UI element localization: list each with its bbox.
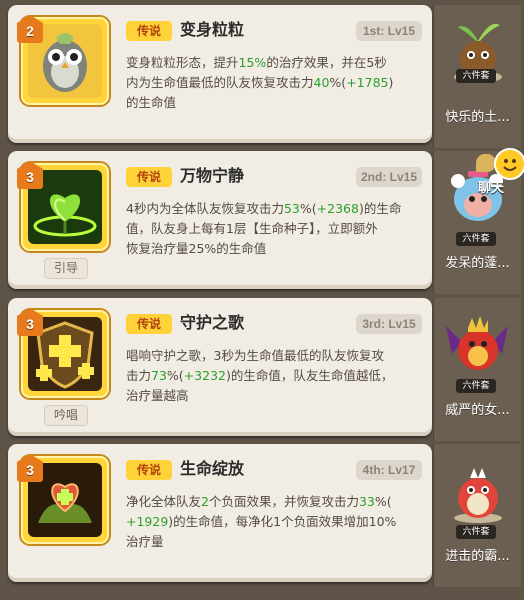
rank-tag: 2nd: Lv15	[356, 167, 422, 187]
highlight-value: 40	[313, 75, 330, 90]
set-badge: 六件套	[456, 379, 496, 393]
rarity-tag: 传说	[126, 314, 172, 334]
dragon-queen-icon	[446, 316, 508, 370]
description-text: 4秒内为全体队友恢复攻击力	[126, 201, 284, 216]
skill-name: 万物宁静	[180, 166, 245, 185]
chat-bubble-icon	[476, 154, 496, 172]
description-text: 的生命值	[126, 95, 177, 110]
description-line: 的生命值	[126, 93, 424, 113]
skill-type-tag: 吟唱	[44, 405, 88, 426]
set-item[interactable]: 六件套 快乐的土...	[433, 5, 521, 148]
description-line: 击力73%(+3232)的生命值，队友生命值越低，	[126, 366, 424, 386]
rarity-tag: 传说	[126, 460, 172, 480]
set-badge: 六件套	[456, 232, 496, 246]
description-text: )的生命值，队友生命值越低，	[225, 368, 394, 383]
description-text: 治疗量	[126, 534, 164, 549]
set-name: 快乐的土...	[445, 110, 510, 125]
description-line: 净化全体队友2个负面效果，并恢复攻击力33%(	[126, 492, 424, 512]
description-text: )	[388, 75, 394, 90]
description-text: %(	[166, 368, 184, 383]
description-line: 治疗量	[126, 532, 424, 552]
description-text: %(	[329, 75, 347, 90]
description-text: 治疗量越高	[126, 388, 189, 403]
description-text: )的生命值，每净化1个负面效果增加10%	[168, 514, 397, 529]
skill-card[interactable]: 3 传说 生命绽放 4th: Lv17 净化全体队友2个负面效果，并恢复攻击力3…	[8, 444, 432, 582]
set-list: 六件套 快乐的土... 六件套 发呆的蓬... 六件套 威严的女... 六件套 …	[433, 0, 524, 600]
set-name: 威严的女...	[445, 403, 510, 418]
dino-pet-icon	[454, 468, 502, 523]
description-line: 内为生命值最低的队友恢复攻击力40%(+1785)	[126, 73, 424, 93]
description-line: 恢复治疗量25%的生命值	[126, 239, 424, 259]
description-text: 个负面效果，并恢复攻击力	[208, 494, 359, 509]
chat-button[interactable]: 聊天	[470, 148, 524, 198]
description-text: 唱响守护之歌，3秒为生命值最低的队友恢复攻	[126, 348, 384, 363]
set-badge: 六件套	[456, 525, 496, 539]
set-badge: 六件套	[456, 69, 496, 83]
rank-tag: 1st: Lv15	[356, 21, 422, 41]
chat-label: 聊天	[478, 181, 505, 196]
highlight-value: 53	[283, 201, 300, 216]
skill-description: 变身粒粒形态，提升15%的治疗效果，并在5秒 内为生命值最低的队友恢复攻击力40%…	[126, 53, 424, 113]
highlight-value: 2	[201, 494, 209, 509]
description-text: 内为生命值最低的队友恢复攻击力	[126, 75, 314, 90]
highlight-value: +1929	[126, 514, 169, 529]
description-text: 的治疗效果，并在5秒	[266, 55, 387, 70]
description-line: 4秒内为全体队友恢复攻击力53%(+2368)的生命	[126, 199, 424, 219]
description-line: 治疗量越高	[126, 386, 424, 406]
highlight-value: +1785	[346, 75, 389, 90]
set-name: 进击的霸...	[445, 549, 510, 564]
skill-card[interactable]: 3 吟唱 传说 守护之歌 3rd: Lv15 唱响守护之歌，3秒为生命值最低的队…	[8, 298, 432, 436]
highlight-value: +2368	[316, 201, 359, 216]
description-line: 值，队友身上每有1层【生命种子】，立即额外	[126, 219, 424, 239]
rarity-tag: 传说	[126, 167, 172, 187]
skill-name: 变身粒粒	[180, 20, 245, 39]
set-item[interactable]: 六件套 进击的霸...	[433, 444, 521, 587]
skill-name: 守护之歌	[180, 313, 245, 332]
skill-name: 生命绽放	[180, 459, 245, 478]
description-text: %(	[299, 201, 317, 216]
description-text: 净化全体队友	[126, 494, 202, 509]
description-line: +1929)的生命值，每净化1个负面效果增加10%	[126, 512, 424, 532]
description-line: 变身粒粒形态，提升15%的治疗效果，并在5秒	[126, 53, 424, 73]
skill-description: 4秒内为全体队友恢复攻击力53%(+2368)的生命值，队友身上每有1层【生命种…	[126, 199, 424, 259]
description-text: %(	[374, 494, 392, 509]
skill-type-tag: 引导	[44, 258, 88, 279]
rank-tag: 4th: Lv17	[356, 460, 422, 480]
description-text: 值，队友身上每有1层【生命种子】，立即额外	[126, 221, 378, 236]
description-text: 击力	[126, 368, 152, 383]
set-name: 发呆的蓬...	[445, 256, 510, 271]
skill-card[interactable]: 3 引导 传说 万物宁静 2nd: Lv15 4秒内为全体队友恢复攻击力53%(…	[8, 151, 432, 289]
description-line: 唱响守护之歌，3秒为生命值最低的队友恢复攻	[126, 346, 424, 366]
highlight-value: 33	[358, 494, 375, 509]
skill-card[interactable]: 2 传说 变身粒粒 1st: Lv15 变身粒粒形态，提升15%的治疗效果，并在…	[8, 5, 432, 143]
skill-description: 净化全体队友2个负面效果，并恢复攻击力33%(+1929)的生命值，每净化1个负…	[126, 492, 424, 552]
highlight-value: 15%	[238, 55, 267, 70]
rank-tag: 3rd: Lv15	[356, 314, 422, 334]
highlight-value: 73	[151, 368, 167, 383]
skill-description: 唱响守护之歌，3秒为生命值最低的队友恢复攻 击力73%(+3232)的生命值，队友…	[126, 346, 424, 406]
set-item[interactable]: 六件套 威严的女...	[433, 298, 521, 441]
highlight-value: +3232	[183, 368, 226, 383]
description-text: )的生命	[358, 201, 402, 216]
description-text: 变身粒粒形态，提升	[126, 55, 239, 70]
rarity-tag: 传说	[126, 21, 172, 41]
smiley-icon	[494, 148, 524, 180]
description-text: 恢复治疗量25%的生命值	[126, 241, 267, 256]
